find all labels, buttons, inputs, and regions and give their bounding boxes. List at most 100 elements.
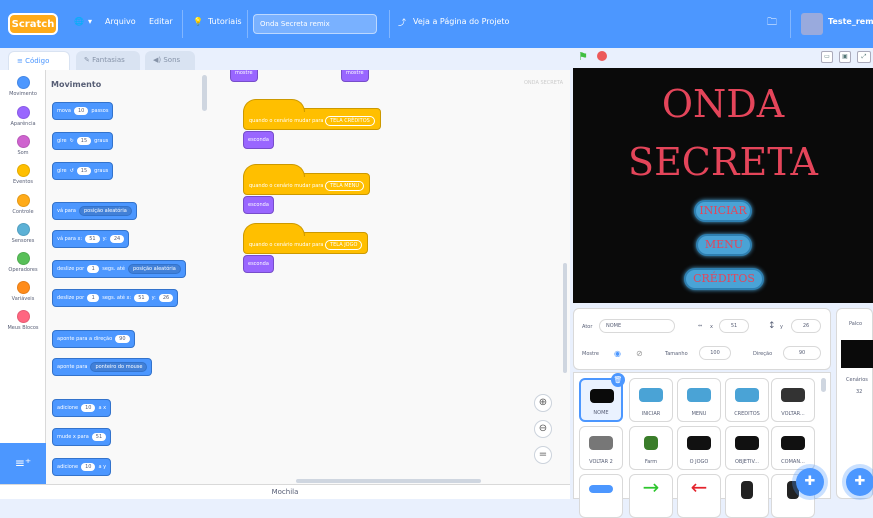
avatar[interactable] [801,13,823,35]
steps-input[interactable]: 10 [73,107,89,115]
menu-edit[interactable]: Editar [149,17,173,26]
fullscreen-icon[interactable]: ⤢ [857,51,871,63]
stop-icon[interactable] [597,51,607,61]
y-input[interactable]: 24 [109,235,125,243]
x-input[interactable]: 51 [134,294,149,302]
x-input[interactable]: 10 [81,404,96,412]
block-set-x[interactable]: mude x para 51 [52,428,112,446]
degrees-input[interactable]: 15 [76,137,92,145]
block-hide[interactable]: esconda [243,255,274,273]
sprite-thumb[interactable]: Farm [629,426,673,470]
sprite-start-button[interactable]: INICIAR [694,200,752,222]
event-when-backdrop-switches[interactable]: quando o cenário mudar para TELA CRÉDITO… [243,99,381,130]
category-control[interactable]: Controle [0,194,46,215]
block-point-direction[interactable]: aponte para a direção 90 [52,330,135,348]
y-input[interactable]: 10 [81,463,96,471]
folder-icon[interactable]: 🗀 [767,15,777,32]
degrees-input[interactable]: 15 [76,167,92,175]
account-username[interactable]: Teste_remix [828,17,873,26]
block-hide[interactable]: esconda [243,196,274,214]
sprite-thumb[interactable]: VOLTAR 2 [579,426,623,470]
x-input[interactable]: 51 [85,235,100,243]
sprite-credits-button[interactable]: CRÉDITOS [684,268,764,290]
hide-eye-icon[interactable]: ⊘ [636,349,643,358]
x-input[interactable]: 51 [91,433,107,441]
show-eye-icon[interactable]: ◉ [614,349,621,358]
green-flag-icon[interactable]: ⚑ [578,50,590,63]
tab-sounds[interactable]: ◀) Sons [145,51,195,71]
add-extension-button[interactable]: ≡⁺ [0,443,46,484]
sprite-thumb[interactable]: O JOGO [677,426,721,470]
block-point-towards[interactable]: aponte para ponteiro do mouse [52,358,153,376]
target-dropdown[interactable]: posição aleatória [78,206,132,216]
direction-input[interactable]: 90 [783,346,821,360]
category-motion[interactable]: Movimento [0,76,46,97]
see-project-page-button[interactable]: Veja a Página do Projeto [413,17,509,26]
sprite-thumb[interactable]: OBJETIV... [725,426,769,470]
sprite-thumb[interactable] [725,474,769,518]
seconds-input[interactable]: 1 [87,294,100,302]
palette-scrollbar[interactable] [202,75,207,111]
backdrop-dropdown[interactable]: TELA CRÉDITOS [325,116,375,126]
direction-input[interactable]: 90 [115,335,130,343]
block-move-steps[interactable]: mova 10 passos [52,102,114,120]
workspace-horizontal-scrollbar[interactable] [296,479,481,483]
tab-code[interactable]: ≡ Código [8,51,70,71]
backdrop-dropdown[interactable]: TELA MENU [325,181,365,191]
scratch-logo[interactable]: Scratch [8,13,58,35]
backdrop-dropdown[interactable]: TELA JOGO [325,240,363,250]
small-stage-icon[interactable]: ▭ [821,51,833,63]
category-events[interactable]: Eventos [0,164,46,185]
choose-sprite-button[interactable]: ✚ [796,468,824,496]
choose-backdrop-button[interactable]: ✚ [846,468,873,496]
large-stage-icon[interactable]: ▣ [839,51,851,63]
sprite-thumb[interactable]: VOLTAR... [771,378,815,422]
sprite-thumb[interactable]: MENU [677,378,721,422]
x-position-input[interactable]: 51 [719,319,749,333]
event-when-backdrop-switches[interactable]: quando o cenário mudar para TELA JOGO [243,223,369,254]
zoom-out-icon[interactable]: ⊖ [534,420,552,438]
project-title-input[interactable]: Onda Secreta remix [253,14,377,34]
sprite-list-scrollbar[interactable] [821,378,826,392]
seconds-input[interactable]: 1 [87,265,100,273]
block-turn-right[interactable]: gire ↻ 15 graus [52,132,114,150]
language-globe-icon[interactable]: 🌐 [74,17,84,26]
target-dropdown[interactable]: ponteiro do mouse [90,362,148,372]
block-show[interactable]: mostre [230,70,258,82]
tab-costumes[interactable]: ✎ Fantasias [76,51,140,71]
zoom-in-icon[interactable]: ⊕ [534,394,552,412]
block-change-y[interactable]: adicione 10 a y [52,458,112,476]
y-position-input[interactable]: 26 [791,319,821,333]
block-change-x[interactable]: adicione 10 a x [52,399,112,417]
workspace-vertical-scrollbar[interactable] [563,263,567,373]
block-go-to[interactable]: vá para posição aleatória [52,202,137,220]
block-glide[interactable]: deslize por 1 segs. até posição aleatória [52,260,186,278]
sprite-thumb[interactable]: → [629,474,673,518]
target-dropdown[interactable]: posição aleatória [127,264,181,274]
zoom-reset-icon[interactable]: = [534,446,552,464]
category-sound[interactable]: Som [0,135,46,156]
sprite-name-input[interactable]: NOME [599,319,675,333]
category-looks[interactable]: Aparência [0,106,46,127]
block-hide[interactable]: esconda [243,131,274,149]
delete-sprite-icon[interactable]: 🗑 [611,373,625,387]
code-workspace[interactable]: mostre mostre ONDA SECRETA quando o cená… [210,70,570,484]
menu-file[interactable]: Arquivo [105,17,136,26]
sprite-thumb[interactable]: INICIAR [629,378,673,422]
stage-canvas[interactable]: ONDA SECRETA INICIAR MENU CRÉDITOS [573,68,873,303]
menu-tutorials[interactable]: Tutoriais [208,17,242,26]
category-my-blocks[interactable]: Meus Blocos [0,310,46,331]
backpack-bar[interactable]: Mochila [0,484,570,499]
block-turn-left[interactable]: gire ↺ 15 graus [52,162,114,180]
block-show[interactable]: mostre [341,70,369,82]
block-go-to-xy[interactable]: vá para x: 51 y: 24 [52,230,130,248]
event-when-backdrop-switches[interactable]: quando o cenário mudar para TELA MENU [243,164,371,195]
category-operators[interactable]: Operadores [0,252,46,273]
sprite-thumb[interactable]: CRÉDITOS [725,378,769,422]
sprite-thumb[interactable] [579,474,623,518]
y-input[interactable]: 26 [158,294,174,302]
size-input[interactable]: 100 [699,346,731,360]
sprite-thumb[interactable]: ← [677,474,721,518]
category-variables[interactable]: Variáveis [0,281,46,302]
sprite-thumb[interactable]: COMAN... [771,426,815,470]
